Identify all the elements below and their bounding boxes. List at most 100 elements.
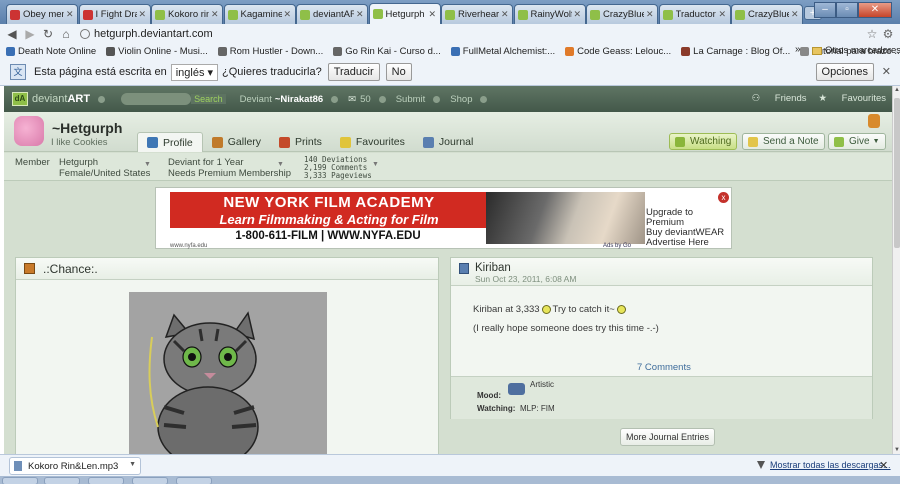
tab-close-icon[interactable]: ✕ xyxy=(574,9,582,20)
tab-close-icon[interactable]: ✕ xyxy=(211,9,219,20)
url-text[interactable]: hetgurph.deviantart.com xyxy=(94,28,213,40)
scroll-up-icon[interactable]: ▲ xyxy=(893,87,900,93)
send-note-button[interactable]: Send a Note xyxy=(742,133,825,150)
taskbar-button[interactable] xyxy=(2,477,38,484)
deviant-menu[interactable]: Deviant ~Nirakat86 xyxy=(240,94,347,105)
tab-close-icon[interactable]: ✕ xyxy=(719,9,727,20)
upgrade-premium-link[interactable]: Upgrade to Premium xyxy=(646,208,731,228)
tab-5[interactable]: Hetgurph o✕ xyxy=(368,3,441,24)
profile-tab-2[interactable]: Prints xyxy=(270,132,331,152)
options-button[interactable]: Opciones xyxy=(815,63,874,81)
tab-0[interactable]: Obey mem✕ xyxy=(6,4,78,24)
taskbar-button[interactable] xyxy=(88,477,124,484)
profile-header: ~Hetgurph I like Cookies Profile Gallery P… xyxy=(4,112,892,152)
avatar[interactable] xyxy=(14,116,44,146)
tab-9[interactable]: Traductor d✕ xyxy=(658,4,731,24)
forward-icon[interactable]: ▶ xyxy=(22,27,38,41)
chevron-down-icon[interactable]: ▼ xyxy=(372,161,379,168)
tab-10[interactable]: CrazyBlueC✕ xyxy=(731,4,803,24)
minimize-button[interactable]: – xyxy=(814,2,836,18)
other-bookmarks[interactable]: Otros marcadores xyxy=(812,45,900,56)
ad-banner[interactable]: NEW YORK FILM ACADEMY Learn Filmmaking &… xyxy=(155,187,732,249)
nav-dot-icon xyxy=(480,95,488,103)
chevron-down-icon[interactable]: ▼ xyxy=(277,161,284,168)
vertical-scrollbar[interactable]: ▲ ▼ xyxy=(892,86,900,454)
tab-6[interactable]: RiverheartS✕ xyxy=(441,4,513,24)
tab-close-icon[interactable]: ✕ xyxy=(791,9,799,20)
tab-2[interactable]: Kokoro rin l✕ xyxy=(151,4,223,24)
profile-tab-0[interactable]: Profile xyxy=(137,132,203,152)
tab-3[interactable]: Kagamine l✕ xyxy=(223,4,296,24)
bookmark-1[interactable]: Violin Online - Musi... xyxy=(106,46,208,57)
download-arrow-icon xyxy=(757,460,765,470)
ad-phone: 1-800-611-FILM | WWW.NYFA.EDU xyxy=(170,228,486,244)
deviantart-logo[interactable]: dA deviant ART xyxy=(12,92,90,106)
chevron-down-icon[interactable]: ▼ xyxy=(129,461,136,468)
messages-menu[interactable]: ✉ 50 xyxy=(348,94,394,105)
translate-close-icon[interactable]: ✕ xyxy=(882,65,891,78)
tab-7[interactable]: RainyWolfe✕ xyxy=(513,4,586,24)
search-input[interactable] xyxy=(121,93,192,105)
more-journal-button[interactable]: More Journal Entries xyxy=(620,428,716,446)
translate-button[interactable]: Traducir xyxy=(327,63,380,81)
tab-close-icon[interactable]: ✕ xyxy=(356,9,364,20)
chevron-down-icon[interactable]: ▼ xyxy=(144,161,151,168)
bookmark-2[interactable]: Rom Hustler - Down... xyxy=(217,46,323,57)
profile-tab-4[interactable]: Journal xyxy=(414,132,482,152)
submit-menu[interactable]: Submit xyxy=(396,94,449,105)
bookmarks-overflow[interactable]: » xyxy=(795,44,801,55)
reload-icon[interactable]: ↻ xyxy=(40,27,56,41)
taskbar-button[interactable] xyxy=(176,477,212,484)
download-item[interactable]: Kokoro Rin&Len.mp3 ▼ xyxy=(9,457,141,475)
bookmark-5[interactable]: Code Geass: Lelouc... xyxy=(565,46,671,57)
bookmark-0[interactable]: Death Note Online xyxy=(6,46,96,57)
tab-close-icon[interactable]: ✕ xyxy=(66,9,74,20)
audio-file-icon xyxy=(14,461,22,471)
language-select[interactable]: inglés ▾ xyxy=(170,63,219,81)
bookmark-6[interactable]: La Carnage : Blog Of... xyxy=(681,46,790,57)
panel-title[interactable]: .:Chance:. xyxy=(43,262,98,276)
shop-menu[interactable]: Shop xyxy=(450,94,495,105)
journal-title[interactable]: Kiriban xyxy=(475,262,511,274)
tab-close-icon[interactable]: ✕ xyxy=(139,9,147,20)
ad-image[interactable]: NEW YORK FILM ACADEMY Learn Filmmaking &… xyxy=(170,192,645,244)
ads-by[interactable]: Ads by Go xyxy=(603,243,631,249)
ad-url[interactable]: www.nyfa.edu xyxy=(170,243,207,249)
tab-4[interactable]: deviantART✕ xyxy=(296,4,368,24)
wrench-icon[interactable]: ⚙ xyxy=(880,27,896,41)
friends-link[interactable]: ⚇ Friends xyxy=(752,93,807,104)
mood-label: Mood: xyxy=(477,391,501,400)
star-icon[interactable]: ☆ xyxy=(864,27,880,41)
home-icon[interactable]: ⌂ xyxy=(58,27,74,41)
profile-tab-1[interactable]: Gallery xyxy=(203,132,270,152)
download-bar-close-icon[interactable]: ✕ xyxy=(879,459,888,472)
tab-1[interactable]: I Fight Drag✕ xyxy=(78,4,151,24)
scroll-down-icon[interactable]: ▼ xyxy=(893,447,900,453)
give-button[interactable]: Give ▼ xyxy=(828,133,886,150)
maximize-button[interactable]: ▫ xyxy=(836,2,858,18)
profile-username[interactable]: ~Hetgurph xyxy=(52,120,122,136)
taskbar-button[interactable] xyxy=(132,477,168,484)
profile-tab-3[interactable]: Favourites xyxy=(331,132,414,152)
bookmark-4[interactable]: FullMetal Alchemist:... xyxy=(450,46,555,57)
no-button[interactable]: No xyxy=(385,63,412,81)
taskbar-button[interactable] xyxy=(44,477,80,484)
comments-link[interactable]: 7 Comments xyxy=(637,362,691,373)
scroll-thumb[interactable] xyxy=(894,98,900,248)
advertise-here-link[interactable]: Advertise Here xyxy=(646,238,731,248)
watching-button[interactable]: Watching xyxy=(669,133,738,150)
tab-close-icon[interactable]: ✕ xyxy=(501,9,509,20)
tab-close-icon[interactable]: ✕ xyxy=(646,9,654,20)
close-window-button[interactable]: ✕ xyxy=(858,2,892,18)
show-all-downloads-link[interactable]: Mostrar todas las descargas... xyxy=(757,460,891,470)
search-button[interactable]: Search xyxy=(191,94,226,104)
tab-8[interactable]: CrazyBlueC✕ xyxy=(586,4,658,24)
address-bar[interactable]: hetgurph.deviantart.com xyxy=(80,28,864,40)
deviation-thumbnail[interactable] xyxy=(129,292,327,454)
bookmark-3[interactable]: Go Rin Kai - Curso d... xyxy=(333,46,441,57)
ad-close-icon[interactable]: x xyxy=(718,192,729,203)
tab-close-icon[interactable]: ✕ xyxy=(429,9,437,20)
tab-close-icon[interactable]: ✕ xyxy=(284,9,292,20)
favourites-link[interactable]: ★ Favourites xyxy=(818,93,886,104)
back-icon[interactable]: ◀ xyxy=(4,27,20,41)
